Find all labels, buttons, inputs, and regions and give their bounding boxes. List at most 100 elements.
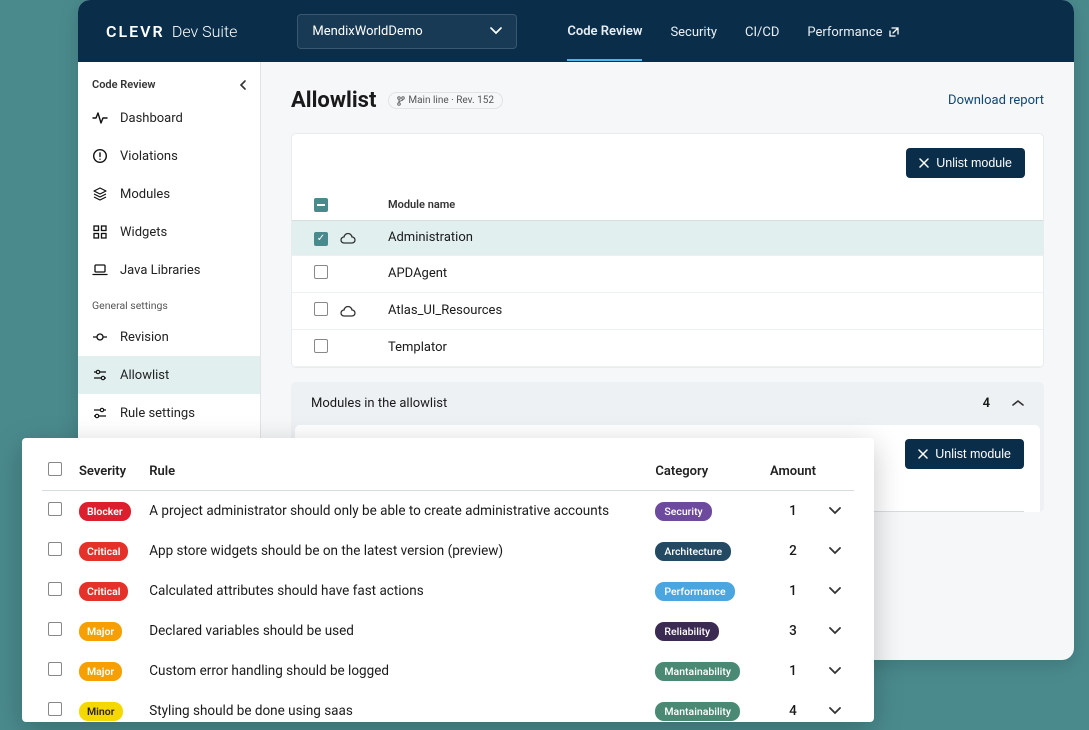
tab-cicd[interactable]: CI/CD: [745, 3, 779, 60]
sidebar-item-java-libraries[interactable]: Java Libraries: [78, 251, 260, 289]
severity-pill: Critical: [79, 582, 128, 601]
table-row[interactable]: Blocker A project administrator should o…: [42, 491, 854, 532]
table-row[interactable]: Critical App store widgets should be on …: [42, 531, 854, 571]
table-row[interactable]: Critical Calculated attributes should ha…: [42, 571, 854, 611]
modules-panel: Unlist module Module name ✓ Administrati…: [291, 133, 1044, 368]
tab-code-review[interactable]: Code Review: [567, 2, 642, 61]
severity-pill: Blocker: [79, 502, 131, 521]
revision-pill: Main line · Rev. 152: [388, 92, 503, 109]
unlist-module-button[interactable]: Unlist module: [906, 148, 1025, 178]
amount: 1: [763, 651, 823, 691]
category-pill: Mantainability: [655, 662, 740, 681]
col-rule: Rule: [143, 452, 649, 491]
sidebar-item-dashboard[interactable]: Dashboard: [78, 99, 260, 137]
sidebar-item-widgets[interactable]: Widgets: [78, 213, 260, 251]
cloud-icon: [340, 305, 388, 317]
top-bar: CLEVR Dev Suite MendixWorldDemo Code Rev…: [78, 0, 1074, 62]
rule-text: Styling should be done using saas: [143, 691, 649, 722]
chevron-down-icon[interactable]: [829, 547, 848, 555]
project-select[interactable]: MendixWorldDemo: [297, 14, 517, 49]
tab-security[interactable]: Security: [670, 3, 717, 60]
collapse-icon[interactable]: [238, 80, 248, 90]
section-count: 4: [983, 396, 990, 411]
table-row[interactable]: Templator: [292, 329, 1043, 366]
row-checkbox[interactable]: [48, 542, 62, 556]
rule-text: Custom error handling should be logged: [143, 651, 649, 691]
category-pill: Performance: [655, 582, 734, 601]
brand-name: CLEVR: [106, 22, 165, 41]
module-name: Templator: [388, 329, 1043, 366]
sidebar-item-rule-settings[interactable]: Rule settings: [78, 394, 260, 432]
sidebar-item-label: Revision: [120, 330, 169, 345]
laptop-icon: [92, 262, 108, 278]
table-row[interactable]: Minor Styling should be done using saas …: [42, 691, 854, 722]
allowlist-section-header[interactable]: Modules in the allowlist 4: [291, 382, 1044, 425]
table-row[interactable]: Major Declared variables should be used …: [42, 611, 854, 651]
severity-pill: Minor: [79, 702, 123, 721]
amount: 1: [763, 491, 823, 532]
sidebar-item-revision[interactable]: Revision: [78, 318, 260, 356]
nav-tabs: Code Review Security CI/CD Performance: [567, 0, 899, 62]
close-icon: [919, 158, 929, 168]
row-checkbox[interactable]: [48, 582, 62, 596]
external-link-icon: [888, 26, 900, 38]
table-row[interactable]: ✓ Administration: [292, 221, 1043, 256]
row-checkbox[interactable]: [314, 302, 328, 316]
alert-circle-icon: [92, 148, 108, 164]
branch-icon: [397, 96, 405, 106]
amount: 3: [763, 611, 823, 651]
sidebar-item-label: Rule settings: [120, 406, 195, 421]
module-name: Atlas_UI_Resources: [388, 292, 1043, 329]
sidebar-item-label: Dashboard: [120, 111, 183, 126]
col-category: Category: [649, 452, 763, 491]
col-severity: Severity: [73, 452, 143, 491]
row-checkbox[interactable]: [48, 502, 62, 516]
select-all-checkbox[interactable]: [48, 462, 62, 476]
sidebar-header: Code Review: [78, 72, 260, 99]
sidebar-item-label: Allowlist: [120, 368, 169, 383]
layers-icon: [92, 186, 108, 202]
chevron-down-icon[interactable]: [829, 587, 848, 595]
table-row[interactable]: Atlas_UI_Resources: [292, 292, 1043, 329]
sidebar-item-label: Java Libraries: [120, 263, 201, 278]
module-name: APDAgent: [388, 255, 1043, 292]
amount: 2: [763, 531, 823, 571]
chevron-down-icon[interactable]: [829, 707, 848, 715]
logo: CLEVR Dev Suite: [106, 22, 237, 41]
severity-pill: Critical: [79, 542, 128, 561]
row-checkbox[interactable]: [314, 339, 328, 353]
sidebar-item-label: Violations: [120, 149, 178, 164]
row-checkbox[interactable]: [314, 265, 328, 279]
download-report-link[interactable]: Download report: [948, 93, 1044, 108]
row-checkbox[interactable]: [48, 662, 62, 676]
chevron-down-icon[interactable]: [829, 507, 848, 515]
sliders-icon: [92, 405, 108, 421]
chevron-down-icon[interactable]: [829, 667, 848, 675]
category-pill: Architecture: [655, 542, 731, 561]
row-checkbox[interactable]: ✓: [314, 232, 328, 246]
chevron-down-icon[interactable]: [829, 627, 848, 635]
widgets-icon: [92, 224, 108, 240]
rule-text: A project administrator should only be a…: [143, 491, 649, 532]
tab-performance[interactable]: Performance: [807, 3, 899, 60]
severity-pill: Major: [79, 622, 122, 641]
rule-text: Declared variables should be used: [143, 611, 649, 651]
sidebar-item-violations[interactable]: Violations: [78, 137, 260, 175]
cloud-icon: [340, 232, 388, 244]
sidebar-item-allowlist[interactable]: Allowlist: [78, 356, 260, 394]
select-all-checkbox[interactable]: [314, 198, 328, 212]
chevron-down-icon: [490, 27, 502, 35]
unlist-module-button-2[interactable]: Unlist module: [905, 439, 1024, 469]
table-row[interactable]: Major Custom error handling should be lo…: [42, 651, 854, 691]
rules-card: Severity Rule Category Amount Blocker A …: [22, 438, 874, 722]
section-title: Modules in the allowlist: [311, 396, 447, 411]
table-row[interactable]: APDAgent: [292, 255, 1043, 292]
row-checkbox[interactable]: [48, 622, 62, 636]
sliders-icon: [92, 367, 108, 383]
project-selected: MendixWorldDemo: [312, 24, 422, 39]
row-checkbox[interactable]: [48, 702, 62, 716]
sidebar-item-modules[interactable]: Modules: [78, 175, 260, 213]
page-title: Allowlist: [291, 88, 376, 113]
activity-icon: [92, 110, 108, 126]
category-pill: Security: [655, 502, 711, 521]
